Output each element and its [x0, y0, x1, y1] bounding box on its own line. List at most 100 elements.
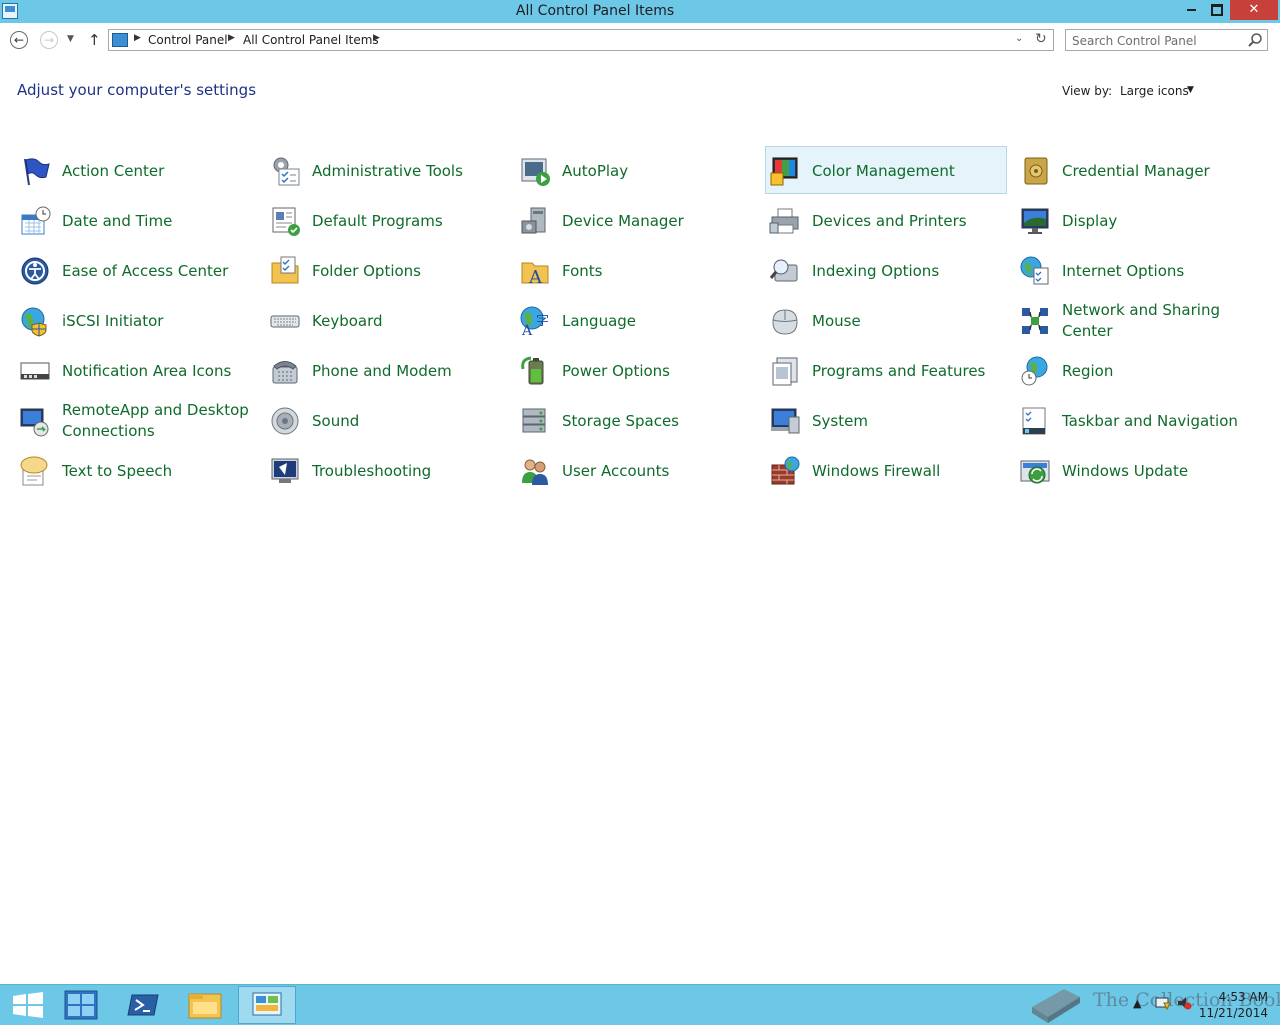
back-arrow-icon: ←: [13, 33, 25, 47]
control-panel-item-text-to-speech[interactable]: Text to Speech: [15, 446, 257, 494]
recent-locations-dropdown[interactable]: ▼: [67, 34, 74, 44]
control-panel-item-label: Taskbar and Navigation: [1062, 411, 1238, 430]
network-icon: [1022, 308, 1048, 334]
admin-tools-icon: [273, 157, 300, 186]
battery-icon: [521, 356, 544, 385]
update-icon: [1020, 460, 1050, 484]
file-explorer-button[interactable]: [176, 986, 234, 1024]
control-panel-item-notification-area-icons[interactable]: Notification Area Icons: [15, 346, 257, 394]
control-panel-item-label: Ease of Access Center: [62, 261, 229, 280]
minimize-icon: [1186, 8, 1196, 11]
powershell-button[interactable]: [114, 986, 172, 1024]
control-panel-item-label: Folder Options: [312, 261, 421, 280]
show-hidden-icons-button[interactable]: ▲: [1133, 997, 1141, 1010]
volume-muted-icon[interactable]: [1176, 995, 1192, 1014]
control-panel-item-label: Display: [1062, 211, 1118, 230]
indexing-icon: [769, 259, 798, 282]
control-panel-item-fonts[interactable]: A Fonts: [515, 246, 757, 294]
control-panel-item-label: Credential Manager: [1062, 161, 1210, 180]
control-panel-taskbar-button[interactable]: [238, 986, 296, 1024]
search-box[interactable]: [1065, 29, 1268, 51]
address-bar[interactable]: ▶ Control Panel ▶ All Control Panel Item…: [108, 29, 1054, 51]
control-panel-item-folder-options[interactable]: Folder Options: [265, 246, 507, 294]
credential-vault-icon: [1024, 157, 1048, 185]
back-button[interactable]: ←: [10, 31, 28, 49]
control-panel-item-power-options[interactable]: Power Options: [515, 346, 757, 394]
notification-area-icon: [20, 362, 50, 380]
breadcrumb-all-items[interactable]: All Control Panel Items: [243, 33, 379, 47]
control-panel-item-windows-firewall[interactable]: Windows Firewall: [765, 446, 1007, 494]
close-button[interactable]: ✕: [1230, 0, 1278, 20]
firewall-icon: [771, 456, 800, 485]
control-panel-item-autoplay[interactable]: AutoPlay: [515, 146, 757, 194]
control-panel-item-system[interactable]: System: [765, 396, 1007, 444]
control-panel-item-network-and-sharing-center[interactable]: Network and Sharing Center: [1015, 296, 1257, 344]
control-panel-item-label: Devices and Printers: [812, 211, 967, 230]
breadcrumb-separator-icon[interactable]: ▶: [228, 33, 235, 43]
control-panel-item-color-management[interactable]: Color Management: [765, 146, 1007, 194]
flag-icon: [24, 158, 50, 186]
control-panel-item-administrative-tools[interactable]: Administrative Tools: [265, 146, 507, 194]
control-panel-item-user-accounts[interactable]: User Accounts: [515, 446, 757, 494]
control-panel-item-label: System: [812, 411, 868, 430]
chevron-down-icon[interactable]: ▼: [1187, 85, 1194, 95]
network-warning-icon[interactable]: [1155, 995, 1171, 1014]
view-by-dropdown[interactable]: Large icons: [1120, 84, 1189, 98]
control-panel-item-action-center[interactable]: Action Center: [15, 146, 257, 194]
minimize-button[interactable]: [1178, 0, 1204, 20]
start-button[interactable]: [0, 986, 58, 1024]
control-panel-item-label: Action Center: [62, 161, 165, 180]
control-panel-item-region[interactable]: Region: [1015, 346, 1257, 394]
users-icon: [522, 459, 548, 485]
control-panel-item-phone-and-modem[interactable]: Phone and Modem: [265, 346, 507, 394]
svg-text:A: A: [528, 267, 543, 287]
control-panel-item-date-and-time[interactable]: Date and Time: [15, 196, 257, 244]
control-panel-item-default-programs[interactable]: Default Programs: [265, 196, 507, 244]
control-panel-item-remoteapp-and-desktop-connections[interactable]: RemoteApp and Desktop Connections: [15, 396, 257, 444]
control-panel-item-windows-update[interactable]: Windows Update: [1015, 446, 1257, 494]
control-panel-item-label: Date and Time: [62, 211, 173, 230]
forward-button[interactable]: →: [40, 31, 58, 49]
folder-options-icon: [271, 256, 299, 284]
search-input[interactable]: [1070, 31, 1246, 51]
control-panel-item-mouse[interactable]: Mouse: [765, 296, 1007, 344]
up-arrow-icon: ↑: [88, 31, 101, 49]
control-panel-item-iscsi-initiator[interactable]: iSCSI Initiator: [15, 296, 257, 344]
restore-icon: [1211, 3, 1223, 16]
control-panel-item-device-manager[interactable]: Device Manager: [515, 196, 757, 244]
control-panel-item-indexing-options[interactable]: Indexing Options: [765, 246, 1007, 294]
control-panel-item-taskbar-and-navigation[interactable]: Taskbar and Navigation: [1015, 396, 1257, 444]
up-button[interactable]: ↑: [88, 31, 101, 49]
clock[interactable]: 4:53 AM 11/21/2014: [1198, 989, 1268, 1021]
book-icon: [1032, 989, 1080, 1023]
refresh-icon[interactable]: ↻: [1035, 31, 1047, 47]
window-title: All Control Panel Items: [515, 3, 675, 19]
search-icon[interactable]: [1247, 32, 1263, 48]
control-panel-item-programs-and-features[interactable]: Programs and Features: [765, 346, 1007, 394]
control-panel-item-keyboard[interactable]: Keyboard: [265, 296, 507, 344]
control-panel-item-display[interactable]: Display: [1015, 196, 1257, 244]
remoteapp-icon: [20, 408, 49, 437]
control-panel-item-sound[interactable]: Sound: [265, 396, 507, 444]
control-panel-item-label: Windows Update: [1062, 461, 1189, 480]
breadcrumb-separator-icon[interactable]: ▶: [134, 33, 141, 43]
system-monitor-icon: [771, 408, 800, 434]
control-panel-item-label: Notification Area Icons: [62, 361, 232, 380]
control-panel-item-credential-manager[interactable]: Credential Manager: [1015, 146, 1257, 194]
control-panel-item-ease-of-access-center[interactable]: Ease of Access Center: [15, 246, 257, 294]
region-globe-icon: [1021, 356, 1048, 386]
server-manager-button[interactable]: [52, 986, 110, 1024]
clock-date: 11/21/2014: [1198, 1006, 1268, 1020]
control-panel-item-internet-options[interactable]: Internet Options: [1015, 246, 1257, 294]
control-panel-item-devices-and-printers[interactable]: Devices and Printers: [765, 196, 1007, 244]
control-panel-item-language[interactable]: A 字 Language: [515, 296, 757, 344]
restore-button[interactable]: [1204, 0, 1230, 20]
address-dropdown-icon[interactable]: ⌄: [1015, 33, 1023, 44]
control-panel-item-label: Administrative Tools: [312, 161, 463, 180]
breadcrumb-control-panel[interactable]: Control Panel: [148, 33, 228, 47]
control-panel-item-label: Color Management: [812, 161, 955, 180]
control-panel-item-label: Language: [562, 311, 637, 330]
control-panel-item-storage-spaces[interactable]: Storage Spaces: [515, 396, 757, 444]
breadcrumb-separator-icon[interactable]: ▶: [373, 33, 380, 43]
control-panel-item-troubleshooting[interactable]: Troubleshooting: [265, 446, 507, 494]
